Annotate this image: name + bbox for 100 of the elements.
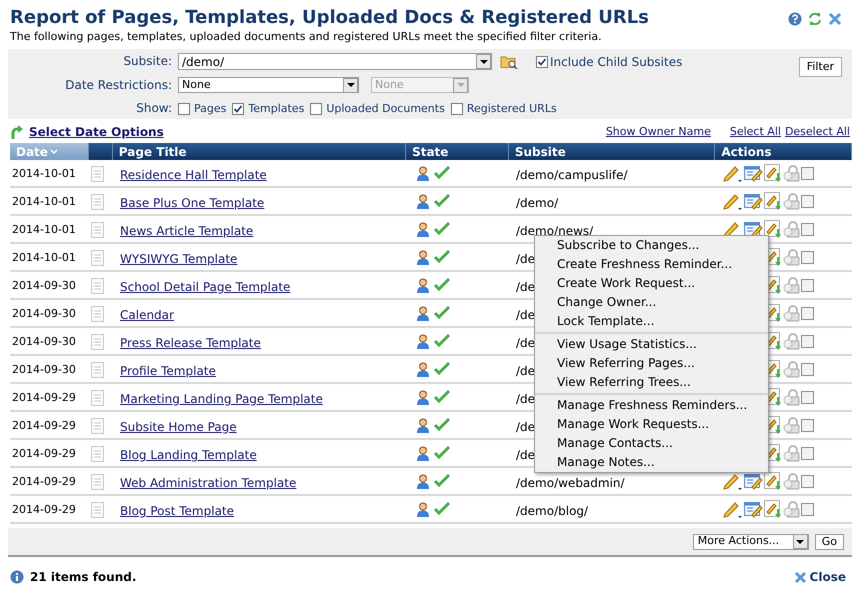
folder-search-icon[interactable] bbox=[500, 54, 518, 70]
document-icon bbox=[91, 502, 104, 518]
row-checkbox[interactable] bbox=[801, 390, 814, 404]
column-header[interactable]: Page Title bbox=[112, 143, 406, 160]
lock-icon[interactable] bbox=[783, 192, 800, 210]
menu-item[interactable]: Manage Work Requests... bbox=[535, 415, 768, 434]
menu-item[interactable]: Change Owner... bbox=[535, 293, 768, 312]
page-title-link[interactable]: School Detail Page Template bbox=[120, 280, 290, 294]
refresh-icon[interactable] bbox=[808, 12, 822, 26]
checkbox[interactable] bbox=[536, 56, 548, 68]
publish-icon[interactable] bbox=[764, 192, 782, 210]
check-icon bbox=[434, 502, 450, 515]
lock-icon[interactable] bbox=[783, 248, 800, 266]
row-checkbox[interactable] bbox=[801, 362, 814, 376]
page-title-link[interactable]: Blog Post Template bbox=[120, 504, 234, 518]
page-title-link[interactable]: WYSIWYG Template bbox=[120, 252, 238, 266]
column-header[interactable]: State bbox=[406, 143, 509, 160]
subsite-cell: /de bbox=[516, 420, 536, 434]
subsite-dropdown[interactable]: /demo/ bbox=[178, 53, 492, 70]
row-checkbox[interactable] bbox=[801, 194, 814, 208]
pencil-icon[interactable] bbox=[723, 192, 743, 210]
row-checkbox[interactable] bbox=[801, 306, 814, 320]
page-title-link[interactable]: Marketing Landing Page Template bbox=[120, 392, 323, 406]
page-title-link[interactable]: Press Release Template bbox=[120, 336, 261, 350]
lock-icon[interactable] bbox=[783, 332, 800, 350]
row-checkbox[interactable] bbox=[801, 278, 814, 292]
row-checkbox[interactable] bbox=[801, 502, 814, 516]
help-icon[interactable] bbox=[788, 12, 802, 26]
checkbox[interactable] bbox=[450, 103, 463, 116]
lock-icon[interactable] bbox=[783, 360, 800, 378]
checkbox[interactable] bbox=[232, 103, 244, 116]
properties-icon[interactable] bbox=[744, 472, 763, 490]
checkbox[interactable] bbox=[310, 103, 322, 116]
menu-item[interactable]: View Referring Pages... bbox=[535, 354, 768, 373]
properties-icon[interactable] bbox=[744, 500, 763, 518]
lock-icon[interactable] bbox=[783, 164, 800, 182]
publish-icon[interactable] bbox=[764, 472, 782, 490]
pencil-icon[interactable] bbox=[723, 472, 743, 490]
document-icon bbox=[91, 446, 104, 462]
column-header[interactable]: Subsite bbox=[508, 143, 716, 160]
filter-button[interactable]: Filter bbox=[798, 57, 842, 77]
show-owner-link[interactable]: Show Owner Name bbox=[606, 124, 711, 140]
lock-icon[interactable] bbox=[783, 500, 800, 518]
checkbox[interactable] bbox=[178, 103, 190, 116]
menu-item[interactable]: Manage Notes... bbox=[535, 453, 768, 472]
page-title-link[interactable]: Profile Template bbox=[120, 364, 216, 378]
date-dropdown[interactable]: None bbox=[178, 77, 359, 94]
page-title-link[interactable]: Base Plus One Template bbox=[120, 196, 264, 210]
row-checkbox[interactable] bbox=[801, 166, 814, 180]
row-checkbox[interactable] bbox=[801, 474, 814, 488]
row-checkbox[interactable] bbox=[801, 334, 814, 348]
field-label: Date Restrictions: bbox=[64, 76, 173, 94]
menu-item[interactable]: Manage Contacts... bbox=[535, 434, 768, 453]
select-all-link[interactable]: Select All bbox=[730, 124, 781, 140]
pencil-icon[interactable] bbox=[723, 500, 743, 518]
subsite-cell: /de bbox=[516, 392, 536, 406]
menu-item[interactable]: Subscribe to Changes... bbox=[535, 236, 768, 255]
deselect-all-link[interactable]: Deselect All bbox=[784, 124, 850, 140]
lock-icon[interactable] bbox=[783, 276, 800, 294]
publish-icon[interactable] bbox=[764, 220, 782, 238]
menu-item[interactable]: Create Freshness Reminder... bbox=[535, 255, 768, 274]
properties-icon[interactable] bbox=[744, 164, 763, 182]
row-checkbox[interactable] bbox=[801, 446, 814, 460]
date-cell-text: 2014-10-01 bbox=[11, 222, 77, 238]
page-title-link[interactable]: Calendar bbox=[120, 308, 174, 322]
publish-icon[interactable] bbox=[764, 500, 782, 518]
lock-icon[interactable] bbox=[783, 304, 800, 322]
close-icon[interactable] bbox=[828, 12, 842, 26]
pencil-icon[interactable] bbox=[723, 164, 743, 182]
date-cell-text: 2014-10-01 bbox=[11, 166, 77, 182]
menu-item[interactable]: Create Work Request... bbox=[535, 274, 768, 293]
check-icon bbox=[434, 446, 450, 459]
lock-icon[interactable] bbox=[783, 472, 800, 490]
more-actions-dropdown[interactable]: More Actions... bbox=[692, 534, 809, 550]
row-checkbox[interactable] bbox=[801, 418, 814, 432]
page-title-link[interactable]: Subsite Home Page bbox=[120, 420, 237, 434]
person-icon bbox=[416, 222, 430, 237]
publish-icon[interactable] bbox=[764, 164, 782, 182]
page-title-link[interactable]: Web Administration Template bbox=[120, 476, 296, 490]
lock-icon[interactable] bbox=[783, 388, 800, 406]
page-title-link[interactable]: News Article Template bbox=[120, 224, 254, 238]
page-title-link[interactable]: Blog Landing Template bbox=[120, 448, 257, 462]
row-checkbox[interactable] bbox=[801, 222, 814, 236]
select-date-link[interactable]: Select Date Options bbox=[29, 123, 164, 141]
lock-icon[interactable] bbox=[783, 416, 800, 434]
row-checkbox[interactable] bbox=[801, 250, 814, 264]
close-button[interactable]: Close bbox=[794, 568, 846, 586]
go-button[interactable]: Go bbox=[814, 534, 844, 550]
properties-icon[interactable] bbox=[744, 192, 763, 210]
subsite-cell: /de bbox=[516, 336, 536, 350]
column-header[interactable]: Actions bbox=[715, 143, 852, 160]
menu-item[interactable]: Lock Template... bbox=[535, 312, 768, 331]
menu-item[interactable]: Manage Freshness Reminders... bbox=[535, 396, 768, 415]
menu-item[interactable]: View Usage Statistics... bbox=[535, 335, 768, 354]
date-cell-text: 2014-09-29 bbox=[11, 446, 77, 462]
lock-icon[interactable] bbox=[783, 444, 800, 462]
page-title-link[interactable]: Residence Hall Template bbox=[120, 168, 267, 182]
menu-item[interactable]: View Referring Trees... bbox=[535, 373, 768, 392]
properties-icon[interactable] bbox=[744, 220, 763, 238]
lock-icon[interactable] bbox=[783, 220, 800, 238]
